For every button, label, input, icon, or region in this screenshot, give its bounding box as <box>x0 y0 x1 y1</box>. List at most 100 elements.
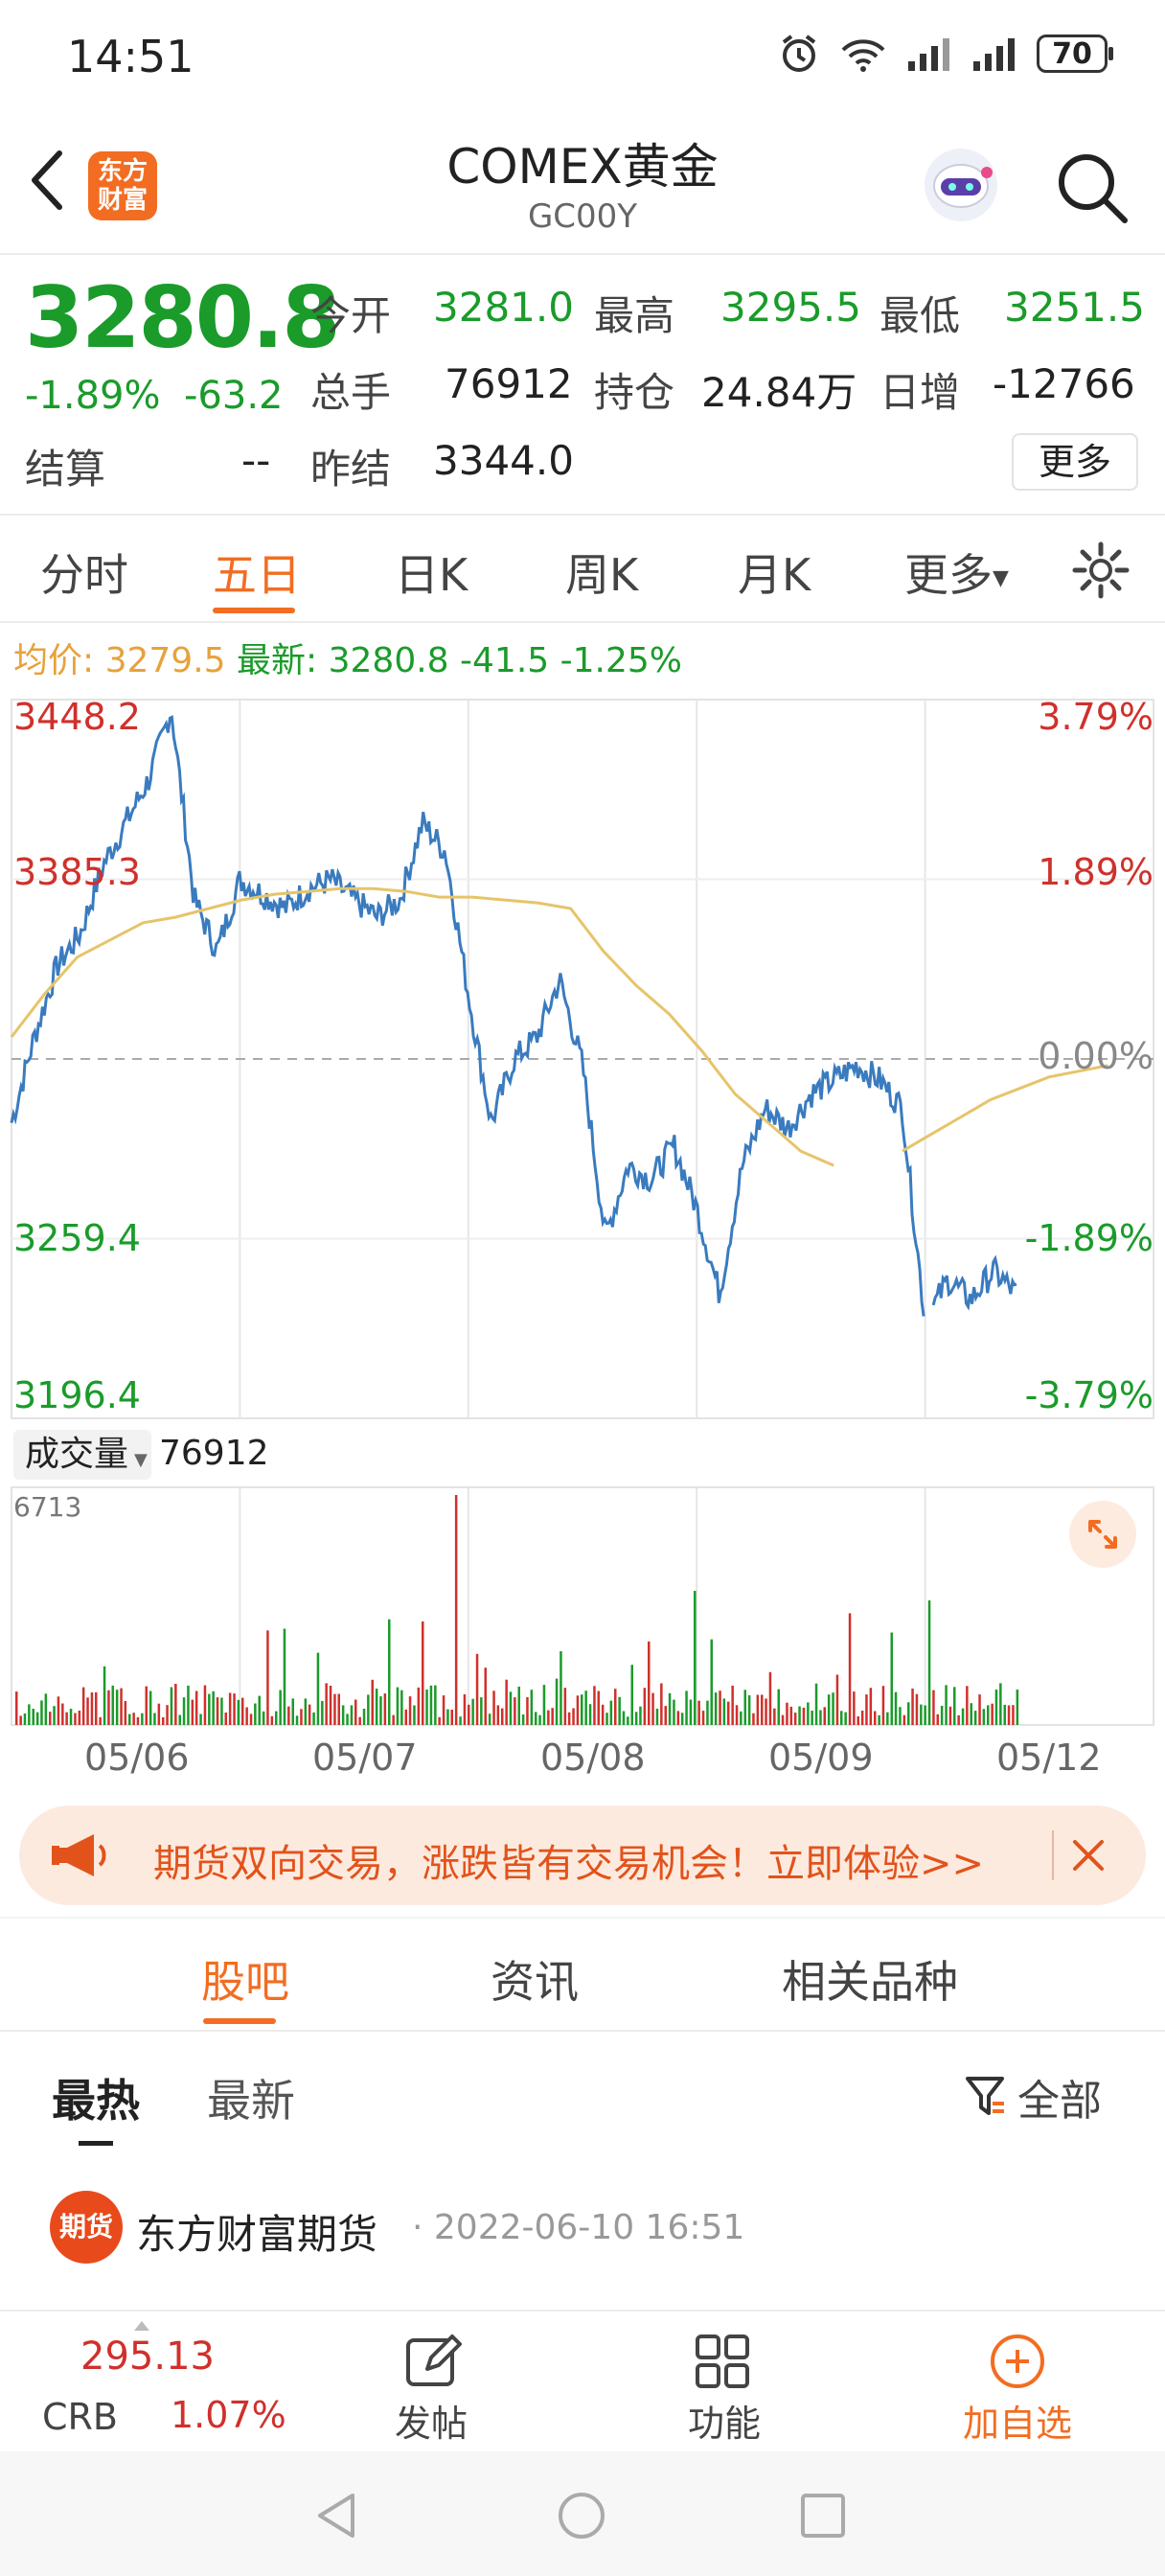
volume-bar <box>848 1613 852 1725</box>
volume-bar <box>509 1691 513 1725</box>
volume-bar <box>740 1711 742 1725</box>
avatar[interactable]: 期货 <box>50 2191 123 2264</box>
sort-hot[interactable]: 最热 <box>52 2066 140 2129</box>
latest-pct: -1.25% <box>560 641 682 680</box>
volume-bar <box>468 1704 470 1725</box>
x-date-3: 05/09 <box>768 1736 874 1779</box>
gear-icon[interactable] <box>1071 540 1131 600</box>
volume-bar <box>157 1703 161 1725</box>
volume-bar <box>840 1711 843 1725</box>
search-icon[interactable] <box>1054 150 1131 226</box>
volume-bar <box>844 1712 847 1725</box>
volume-bar <box>655 1709 659 1725</box>
volume-bar <box>49 1712 52 1725</box>
post-button-label[interactable]: 发帖 <box>354 2394 508 2447</box>
expand-icon[interactable] <box>1069 1501 1136 1568</box>
volume-total: 76912 <box>159 1434 269 1473</box>
volume-bar <box>865 1694 868 1725</box>
volume-bar <box>241 1697 244 1725</box>
volume-bar <box>957 1714 960 1725</box>
volume-bar <box>920 1704 923 1725</box>
nav-recents-icon[interactable] <box>799 2492 847 2540</box>
volume-bar <box>542 1685 546 1725</box>
tab-five-day[interactable]: 五日 <box>213 540 301 604</box>
volume-bar <box>940 1706 944 1725</box>
status-icons: 70 <box>778 33 1113 75</box>
volume-bar <box>124 1701 127 1725</box>
filter-button[interactable]: 全部 <box>964 2066 1102 2128</box>
daily-inc-value: -12766 <box>993 360 1135 407</box>
sort-new[interactable]: 最新 <box>207 2066 295 2129</box>
assistant-robot-icon[interactable] <box>920 144 1002 226</box>
volume-bar <box>798 1706 801 1725</box>
tab-intraday[interactable]: 分时 <box>40 540 128 604</box>
close-icon[interactable] <box>1067 1834 1109 1876</box>
volume-bar <box>40 1700 43 1725</box>
function-button-label[interactable]: 功能 <box>648 2394 801 2447</box>
volume-bar <box>747 1695 751 1725</box>
volume-bar <box>706 1700 709 1725</box>
nav-back-icon[interactable] <box>312 2490 360 2542</box>
volume-bar <box>517 1687 520 1725</box>
tab-forum[interactable]: 股吧 <box>201 1947 289 2011</box>
edit-post-icon[interactable] <box>402 2331 464 2392</box>
volume-bar <box>605 1713 608 1725</box>
volume-bar <box>1016 1690 1019 1725</box>
volume-bar <box>1003 1704 1006 1725</box>
x-date-1: 05/07 <box>312 1736 418 1779</box>
volume-bar <box>459 1716 462 1725</box>
tab-news[interactable]: 资讯 <box>491 1947 579 2011</box>
volume-bar <box>212 1690 215 1725</box>
volume-bar <box>994 1690 998 1725</box>
volume-bar <box>505 1679 508 1725</box>
volume-bar <box>622 1711 626 1725</box>
volume-bar <box>714 1692 718 1725</box>
price-chart[interactable] <box>0 688 1165 1761</box>
volume-bar <box>194 1690 198 1725</box>
volume-bar <box>793 1713 797 1725</box>
banner-text: 期货双向交易，涨跌皆有交易机会！立即体验>> <box>153 1842 985 1886</box>
volume-bar <box>924 1705 926 1725</box>
tab-related[interactable]: 相关品种 <box>782 1947 958 2011</box>
tab-daily-k[interactable]: 日K <box>395 540 468 604</box>
volume-bar <box>174 1684 177 1725</box>
add-circle-icon[interactable] <box>987 2331 1048 2392</box>
volume-bar <box>832 1692 834 1725</box>
add-watchlist-label[interactable]: 加自选 <box>941 2394 1094 2447</box>
section-tabs: 股吧 资讯 相关品种 <box>0 1919 1165 2032</box>
signal-icon <box>908 38 949 71</box>
grid-function-icon[interactable] <box>692 2331 753 2392</box>
post-author[interactable]: 东方财富期货 <box>136 2202 377 2261</box>
daily-inc-label: 日增 <box>879 369 961 416</box>
volume-bar <box>78 1711 81 1725</box>
high-value: 3295.5 <box>720 284 861 331</box>
volume-bar <box>597 1690 600 1725</box>
price-line-2 <box>931 1254 1017 1311</box>
volume-bar <box>136 1716 140 1725</box>
tab-weekly-k[interactable]: 周K <box>565 540 638 604</box>
crb-value[interactable]: 295.13 <box>80 2334 215 2379</box>
volume-bar <box>220 1697 223 1725</box>
dropdown-caret-icon: ▼ <box>134 1450 148 1470</box>
volume-bar <box>86 1697 89 1725</box>
volume-bar <box>567 1712 571 1725</box>
tab-monthly-k[interactable]: 月K <box>738 540 811 604</box>
tab-more[interactable]: 更多▼ <box>904 540 1009 604</box>
y-label-right-3: -1.89% <box>1024 1217 1154 1259</box>
nav-home-icon[interactable] <box>556 2490 607 2542</box>
volume-bar <box>492 1690 495 1725</box>
dropdown-caret-icon: ▼ <box>993 566 1009 590</box>
volume-bar <box>454 1495 458 1725</box>
more-quote-button[interactable]: 更多 <box>1012 433 1138 491</box>
volume-bar <box>727 1701 730 1725</box>
app-header: 东方 财富 COMEX黄金 GC00Y <box>0 115 1165 254</box>
y-label-left-3: 3196.4 <box>13 1374 141 1416</box>
volume-bar <box>501 1708 504 1725</box>
volume-bar <box>321 1700 324 1725</box>
volume-bar <box>148 1690 152 1725</box>
volume-bar <box>162 1716 165 1725</box>
volume-selector[interactable]: 成交量 ▼ <box>13 1430 151 1480</box>
volume-bar <box>581 1694 583 1725</box>
promo-banner[interactable]: 期货双向交易，涨跌皆有交易机会！立即体验>> <box>19 1806 1146 1905</box>
volume-bar <box>823 1707 826 1725</box>
